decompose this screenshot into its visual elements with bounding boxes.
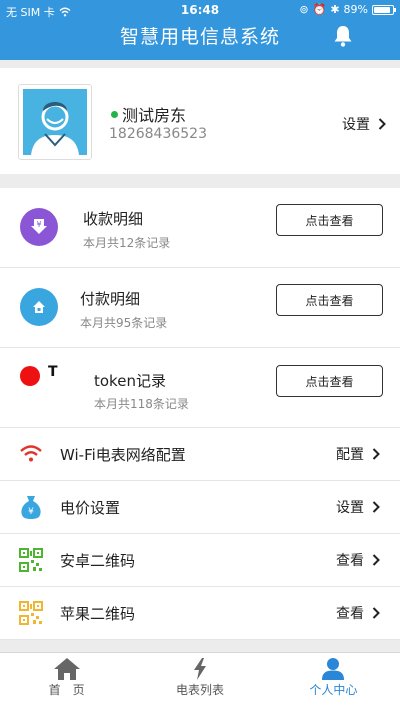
bell-icon[interactable] — [332, 24, 354, 48]
user-phone: 18268436523 — [109, 126, 207, 142]
svg-text:¥: ¥ — [36, 220, 41, 229]
qr-code-android-icon — [19, 548, 43, 572]
battery-icon — [372, 4, 396, 15]
setting-action[interactable]: 配置 — [336, 444, 380, 464]
status-bar: 无 SIM 卡 16:48 ⊚ ⏰ ✱ 89% — [0, 0, 400, 20]
setting-action-label: 查看 — [336, 553, 364, 569]
tab-label: 个人中心 — [309, 683, 358, 697]
person-icon — [322, 658, 345, 680]
bluetooth-icon: ✱ — [330, 3, 340, 16]
view-token-button[interactable]: 点击查看 — [276, 365, 383, 397]
setting-title: 电价设置 — [60, 499, 121, 517]
user-name: 测试房东 — [122, 106, 187, 125]
app-header: 无 SIM 卡 16:48 ⊚ ⏰ ✱ 89% 智慧用电信息系统 — [0, 0, 400, 60]
setting-title: 苹果二维码 — [60, 605, 136, 623]
view-payments-button[interactable]: 点击查看 — [276, 284, 383, 316]
setting-title: 安卓二维码 — [60, 552, 136, 570]
battery-fill — [374, 6, 391, 13]
svg-text:¥: ¥ — [28, 507, 34, 517]
record-title: 付款明细 — [80, 290, 141, 308]
record-title: 收款明细 — [83, 210, 144, 228]
bottom-tab-bar: 首 页 电表列表 个人中心 — [0, 652, 400, 710]
record-item-token: T token记录 本月共118条记录 点击查看 — [0, 348, 400, 428]
wifi-icon — [20, 445, 42, 462]
battery-percent: 89% — [343, 3, 368, 16]
tab-meter-list[interactable]: 电表列表 — [133, 653, 266, 710]
setting-action[interactable]: 设置 — [336, 497, 380, 517]
alarm-icon: ⏰ — [312, 3, 327, 16]
avatar[interactable] — [18, 84, 92, 160]
menu-list: ¥ 收款明细 本月共12条记录 点击查看 付款明细 本月共95条记录 点击查看 … — [0, 188, 400, 640]
person-portrait-icon — [31, 102, 79, 155]
lightning-icon — [193, 658, 206, 680]
record-subtitle: 本月共12条记录 — [83, 236, 171, 250]
money-bag-icon: ¥ — [21, 496, 41, 519]
payment-home-icon — [20, 288, 58, 326]
tab-label: 电表列表 — [175, 683, 224, 697]
receive-money-icon: ¥ — [20, 208, 58, 246]
tab-label: 首 页 — [48, 683, 85, 697]
tab-personal-center[interactable]: 个人中心 — [267, 653, 400, 710]
setting-action[interactable]: 查看 — [336, 603, 380, 623]
orientation-lock-icon: ⊚ — [299, 3, 309, 16]
record-subtitle: 本月共118条记录 — [94, 397, 189, 411]
profile-card[interactable]: 测试房东 18268436523 设置 — [0, 68, 400, 174]
chevron-right-icon — [372, 554, 380, 566]
status-right: ⊚ ⏰ ✱ 89% — [299, 3, 396, 16]
setting-item-price[interactable]: ¥ 电价设置 设置 — [0, 481, 400, 534]
setting-action-label: 设置 — [336, 500, 364, 516]
online-status-dot — [111, 111, 118, 118]
profile-settings-label: 设置 — [342, 117, 370, 133]
setting-action[interactable]: 查看 — [336, 550, 380, 570]
setting-action-label: 配置 — [336, 447, 364, 463]
profile-settings-button[interactable]: 设置 — [342, 114, 386, 134]
chevron-right-icon — [372, 607, 380, 619]
chevron-right-icon — [372, 501, 380, 513]
record-item-payments: 付款明细 本月共95条记录 点击查看 — [0, 268, 400, 348]
setting-item-wifi[interactable]: Wi-Fi电表网络配置 配置 — [0, 428, 400, 481]
home-icon — [53, 658, 80, 680]
setting-action-label: 查看 — [336, 606, 364, 622]
record-title: token记录 — [94, 372, 166, 390]
token-glyph: T — [48, 364, 58, 380]
setting-item-apple-qr[interactable]: 苹果二维码 查看 — [0, 587, 400, 640]
tab-home[interactable]: 首 页 — [0, 653, 133, 710]
chevron-right-icon — [378, 118, 386, 130]
record-item-receipts: ¥ 收款明细 本月共12条记录 点击查看 — [0, 188, 400, 268]
qr-code-apple-icon — [19, 601, 43, 625]
setting-item-android-qr[interactable]: 安卓二维码 查看 — [0, 534, 400, 587]
avatar-illustration — [23, 89, 87, 155]
token-icon — [20, 366, 40, 386]
chevron-right-icon — [372, 448, 380, 460]
record-subtitle: 本月共95条记录 — [80, 316, 168, 330]
setting-title: Wi-Fi电表网络配置 — [60, 446, 186, 464]
view-receipts-button[interactable]: 点击查看 — [276, 204, 383, 236]
